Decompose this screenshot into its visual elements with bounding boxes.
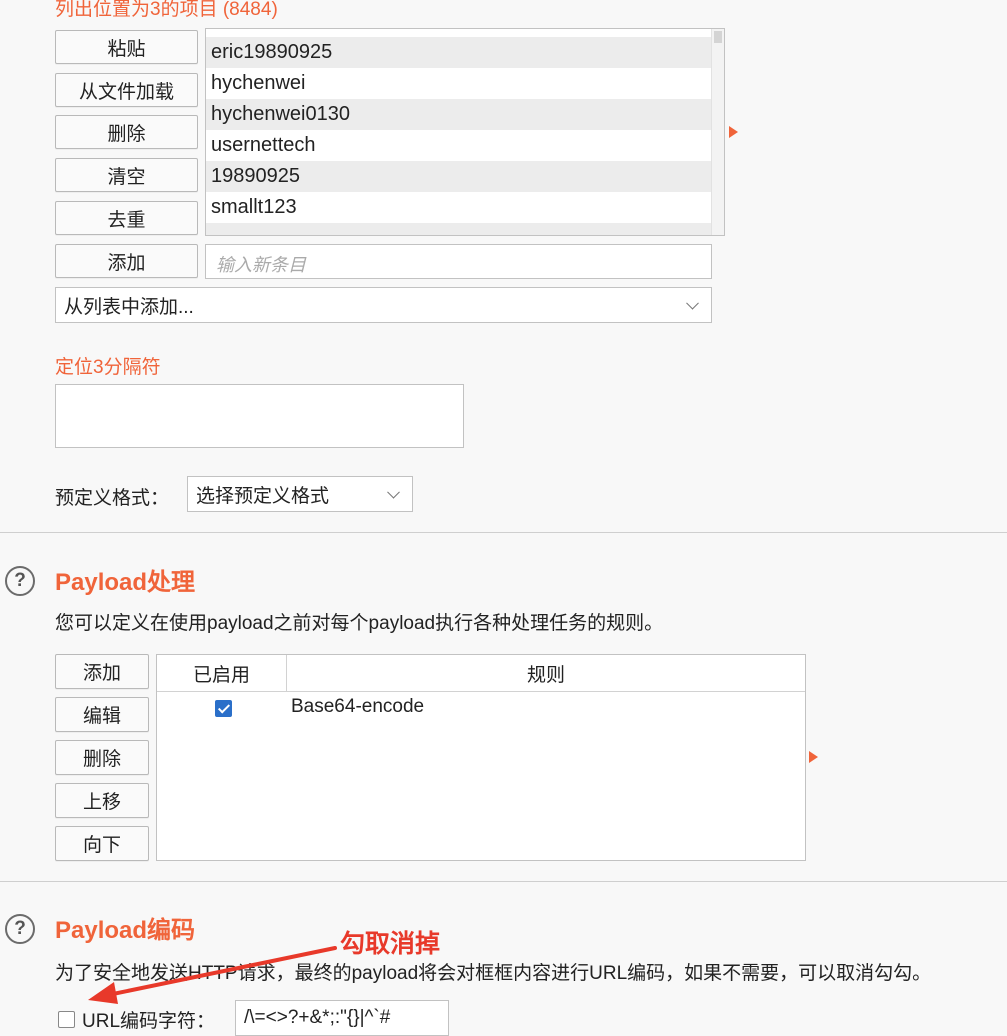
chevron-down-icon <box>686 296 699 310</box>
separator-input[interactable] <box>55 384 464 448</box>
help-icon[interactable]: ? <box>5 914 35 944</box>
payload-list-header: 列出位置为3的项目 (8484) <box>55 0 278 20</box>
rule-move-down-button[interactable]: 向下 <box>55 826 149 861</box>
column-header-enabled[interactable]: 已启用 <box>157 655 287 692</box>
add-from-list-select[interactable]: 从列表中添加... <box>55 287 712 323</box>
rules-table: 已启用 规则 Base64-encode <box>156 654 806 861</box>
rule-name: Base64-encode <box>291 696 425 717</box>
url-encode-checkbox[interactable] <box>58 1011 75 1028</box>
predefined-format-label: 预定义格式： <box>55 488 170 509</box>
processing-description: 您可以定义在使用payload之前对每个payload执行各种处理任务的规则。 <box>55 613 664 634</box>
rule-remove-button[interactable]: 删除 <box>55 740 149 775</box>
predefined-format-value: 选择预定义格式 <box>196 485 330 507</box>
url-encode-label: URL编码字符： <box>82 1011 216 1032</box>
rule-enabled-checkbox[interactable] <box>215 700 232 717</box>
annotation-arrow-icon <box>88 946 337 1004</box>
column-header-rule[interactable]: 规则 <box>287 655 805 692</box>
rule-add-button[interactable]: 添加 <box>55 654 149 689</box>
table-row[interactable]: Base64-encode <box>157 692 805 726</box>
list-item[interactable]: hychenwei <box>206 68 712 99</box>
processing-title: Payload处理 <box>55 569 196 596</box>
help-icon[interactable]: ? <box>5 566 35 596</box>
chevron-down-icon <box>387 485 400 499</box>
annotation-text: 勾取消掉 <box>340 930 441 958</box>
new-item-placeholder: 输入新条目 <box>216 255 306 275</box>
list-item[interactable]: eric19890925 <box>206 37 712 68</box>
list-item[interactable]: hychenwei0130 <box>206 99 712 130</box>
remove-button[interactable]: 删除 <box>55 115 198 149</box>
payload-list[interactable]: eric19890925 hychenwei hychenwei0130 use… <box>205 28 725 236</box>
list-item[interactable]: 19890925 <box>206 161 712 192</box>
separator-label: 定位3分隔符 <box>55 357 161 378</box>
new-item-input[interactable]: 输入新条目 <box>205 244 712 279</box>
rule-edit-button[interactable]: 编辑 <box>55 697 149 732</box>
expand-arrow-icon[interactable] <box>729 126 738 138</box>
load-from-file-button[interactable]: 从文件加载 <box>55 73 198 107</box>
rule-move-up-button[interactable]: 上移 <box>55 783 149 818</box>
list-item[interactable]: usernettech <box>206 130 712 161</box>
list-item[interactable] <box>206 223 712 235</box>
expand-arrow-icon[interactable] <box>809 751 818 763</box>
section-divider <box>0 881 1007 882</box>
deduplicate-button[interactable]: 去重 <box>55 201 198 235</box>
list-item[interactable]: smallt123 <box>206 192 712 223</box>
clear-button[interactable]: 清空 <box>55 158 198 192</box>
section-divider <box>0 532 1007 533</box>
predefined-format-select[interactable]: 选择预定义格式 <box>187 476 413 512</box>
add-button[interactable]: 添加 <box>55 244 198 278</box>
add-from-list-value: 从列表中添加... <box>64 296 194 318</box>
list-scrollbar-thumb[interactable] <box>714 31 722 43</box>
list-scrollbar[interactable] <box>711 29 724 235</box>
paste-button[interactable]: 粘贴 <box>55 30 198 64</box>
